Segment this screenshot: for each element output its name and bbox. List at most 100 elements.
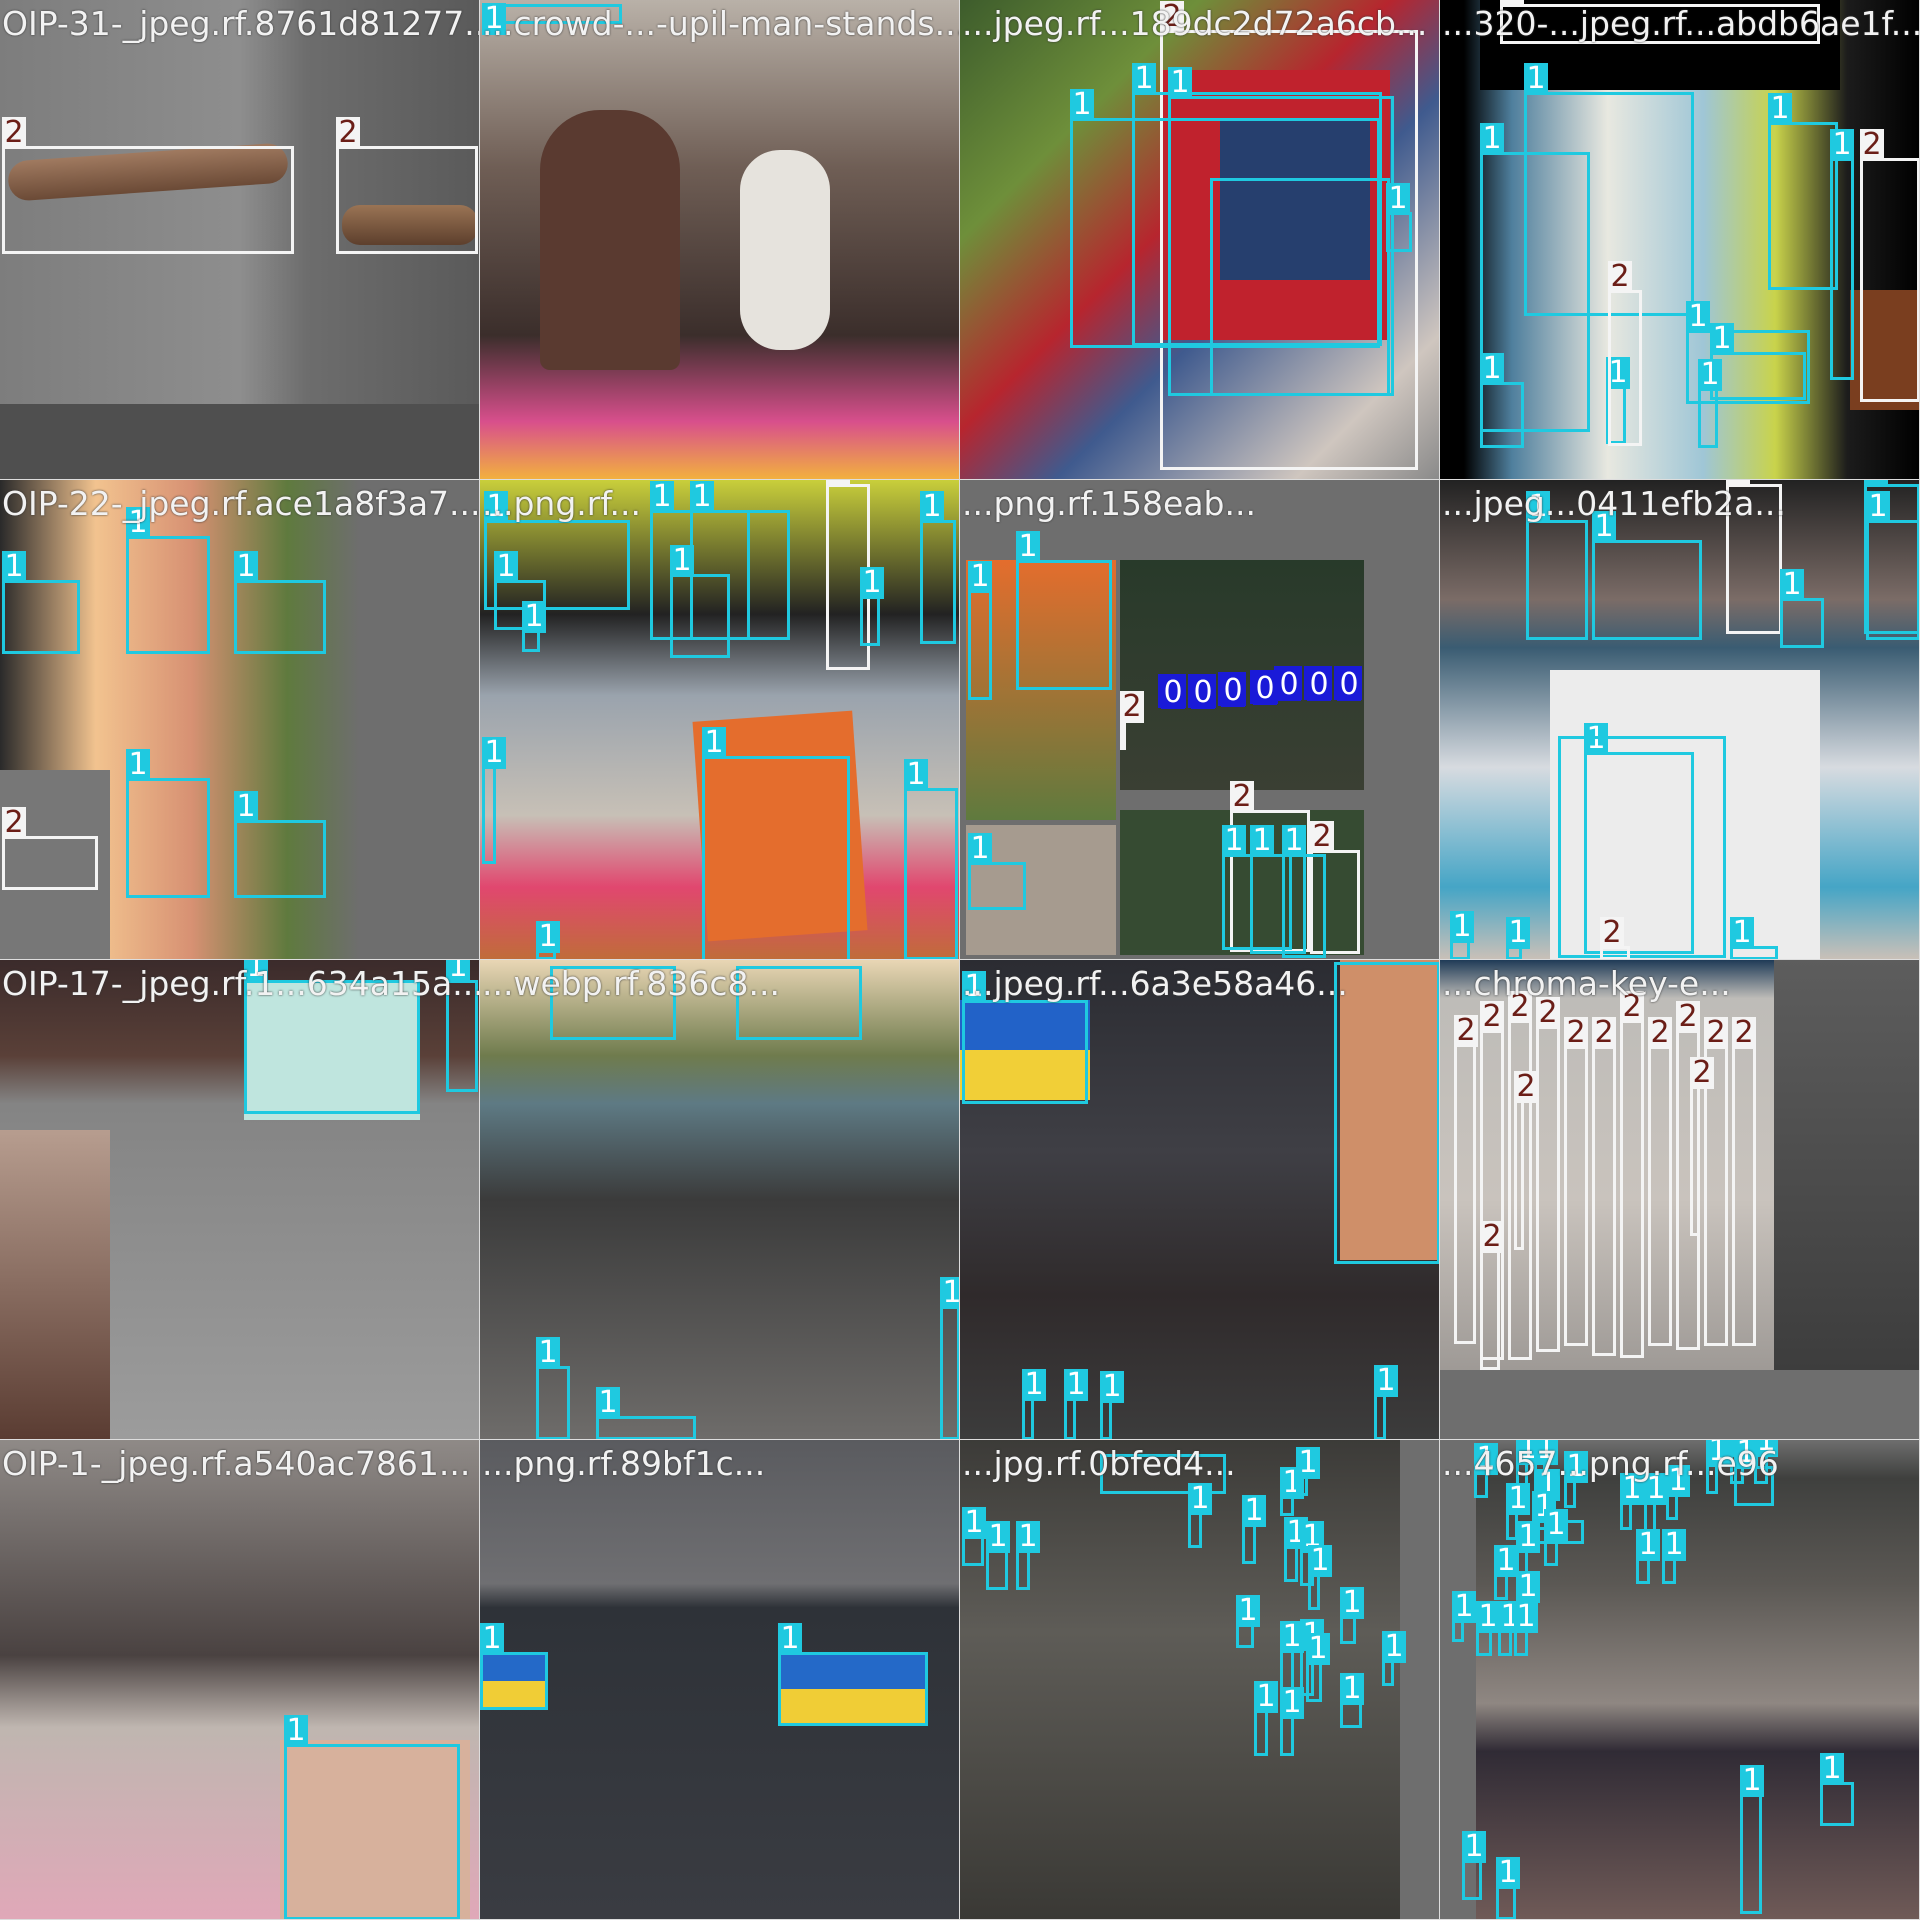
detection-box: 1 [536,1337,570,1439]
detection-box: 1 [1494,1545,1518,1600]
tile-10: 1 1 1 1 1 1 ...jpeg.rf...6a3e58a46... [960,960,1440,1440]
detection-box: 1 [596,1387,696,1439]
detection-box: 1 [1016,531,1112,690]
detection-box: 1 [480,1623,548,1710]
detection-box: 1 [962,1507,986,1566]
detection-box: 1 [2,551,80,654]
detection-box: 1 [1374,1365,1398,1439]
detection-box: 1 [860,567,884,646]
tile-title: ...jpg.rf.0bfed4... [962,1444,1236,1483]
detection-box: 1 [1514,1601,1538,1656]
detection-box: 1 [778,1623,928,1726]
detection-box: 1 [1666,1465,1690,1520]
tile-13: 1 1 ...png.rf.89bf1c... [480,1440,960,1920]
tile-title: ...jpeg.rf...6a3e58a46... [962,964,1348,1003]
detection-box: 2 [1608,261,1642,446]
detection-box: 1 [1450,911,1474,959]
detection-box: 2 [1704,1017,1728,1346]
detection-box: 2 [1454,1015,1478,1344]
detection-box: 1 [482,737,506,864]
detection-box: 1 [1280,1467,1304,1516]
detection-box: 1 [670,545,730,658]
detection-box: 1 [1544,1509,1568,1566]
detection-box: 1 [1100,1371,1124,1439]
tile-title: ...jpeg...0411efb2a... [1442,484,1786,523]
detection-box: 1 [1636,1529,1660,1584]
tile-title: OIP-31-_jpeg.rf.8761d81277... [2,4,480,43]
detection-box: 1 [1820,1753,1854,1826]
detection-box: 1 [1730,917,1778,959]
tile-3: 2 1 1 1 1 2 1 1 1 1 2 1 ...320-...jpeg.r… [1440,0,1920,480]
detection-box: 1 [126,507,210,654]
detection-box: 1 [126,749,210,898]
detection-box: 1 [1506,917,1530,959]
detection-box: 1 [1768,93,1838,290]
detection-box: 2 [1620,991,1644,1358]
detection-box: 1 [1558,736,1726,958]
detection-box: 1 [234,551,326,654]
detection-box: 1 [904,759,958,959]
detection-box: 2 [1732,1017,1756,1346]
tile-5: 1 1 1 2 1 1 1 1 1 1 1 1 1 ...png.rf... [480,480,960,960]
detection-box: 1 [522,601,546,652]
detection-box: 1 [1592,511,1702,640]
detection-box: 1 [968,561,992,700]
detection-box: 2 [1648,1017,1672,1346]
detection-box: 1 [1386,183,1412,252]
tile-15: 1 1 1 1 1 1 1 1 1 1 1 1 1 1 1 1 1 1 1 1 … [1440,1440,1920,1920]
detection-box: 1 [1236,1595,1260,1648]
detection-box: 1 [1498,1601,1522,1656]
detection-box: 0 [1334,666,1362,701]
detection-box: 1 [920,491,956,644]
detection-box: 1 [1710,323,1806,400]
tile-title: ...crowd-...-upil-man-stands... [482,4,960,43]
detection-box: 2 [1480,1221,1504,1370]
detection-box: 1 [1064,1369,1088,1439]
detection-box: 1 [1340,1673,1364,1728]
tile-11: 2 2 2 2 2 2 2 2 2 2 2 2 2 2 ...chroma-ke… [1440,960,1920,1440]
tile-1: 1 ...crowd-...-upil-man-stands... [480,0,960,480]
tile-title: ...chroma-key-e... [1442,964,1731,1003]
detection-box: 0 [1218,672,1246,707]
tile-title: ...png.rf.89bf1c... [482,1444,766,1483]
detection-box: 1 [1022,1369,1046,1439]
detection-box: 0 [1188,674,1216,709]
detection-box: 1 [1526,491,1588,640]
detection-box: 1 [1462,1831,1486,1900]
tile-12: 1 OIP-1-_jpeg.rf.a540ac7861... [0,1440,480,1920]
detection-box: 1 [1340,1587,1364,1644]
tile-4: 1 1 1 1 1 2 OIP-22-_jpeg.rf.ace1a8f3a7..… [0,480,480,960]
detection-box: 1 [1496,1857,1520,1919]
tile-title: OIP-22-_jpeg.rf.ace1a8f3a7... [2,484,480,523]
detection-box: 1 [1296,1447,1320,1496]
tile-title: ...webp.rf.836c8... [482,964,781,1003]
tile-2: 2 1 1 1 1 1 ...jpeg.rf...189dc2d72a6cb..… [960,0,1440,480]
detection-box: 1 [1564,1451,1588,1508]
detection-box: 2 [1860,129,1919,402]
detection-box: 1 [1210,178,1390,396]
tile-8: 1 1 OIP-17-_jpeg.rf.1...634a15a... [0,960,480,1440]
detection-box: 1 [1866,491,1919,640]
detection-box: 1 [536,921,560,959]
detection-box: 2 [2,117,294,254]
tile-7: 1 2 1 1 1 1 1 1 1 1 2 1 ...jpeg...0411ef… [1440,480,1920,960]
tile-title: ...png.rf.158eab... [962,484,1256,523]
detection-box: 1 [1284,1517,1308,1582]
detection-box: 1 [284,1715,460,1919]
detection-box: 1 [1334,962,1439,1264]
detection-box: 0 [1158,674,1186,709]
mosaic-grid: 2 2 OIP-31-_jpeg.rf.8761d81277... 1 ...c… [0,0,1920,1920]
detection-box: 1 [1282,825,1326,958]
detection-box: 1 [968,833,1026,910]
detection-box: 1 [1662,1529,1686,1584]
detection-box: 1 [1306,1633,1330,1702]
tile-14: 1 1 1 1 1 1 1 1 1 1 1 1 1 1 1 1 1 1 1 1 … [960,1440,1440,1920]
detection-box: 2 [1514,1071,1538,1250]
tile-title: OIP-1-_jpeg.rf.a540ac7861... [2,1444,471,1483]
detection-box: 1 [962,971,1088,1104]
detection-box: 1 [1016,1521,1040,1590]
detection-box: 2 [1690,1057,1714,1236]
detection-box: 1 [1740,1765,1764,1914]
detection-box: 1 [1480,353,1524,448]
detection-box: 1 [1382,1631,1406,1686]
